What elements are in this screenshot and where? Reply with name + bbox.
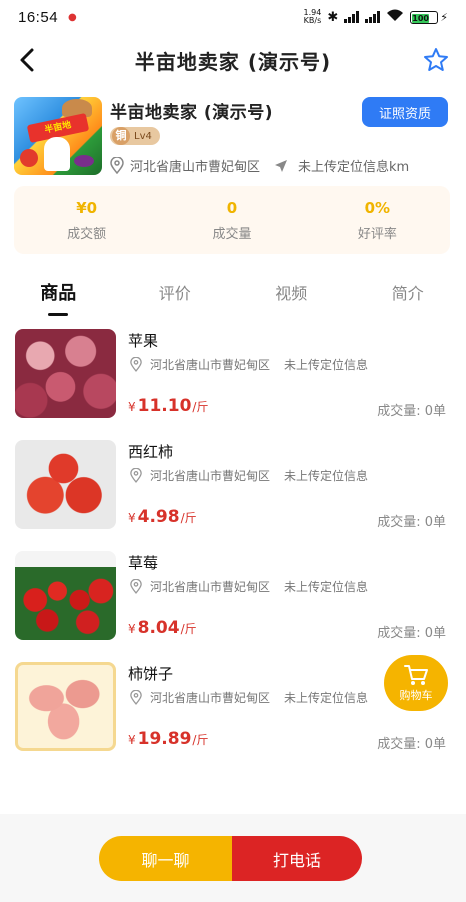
product-location-status: 未上传定位信息 (284, 358, 369, 372)
shop-name: 半亩地卖家 (演示号) (110, 103, 273, 123)
product-location-status: 未上传定位信息 (284, 691, 369, 705)
product-sales: 成交量: 0单 (377, 404, 446, 419)
shopping-cart-icon (404, 665, 428, 685)
product-address: 河北省唐山市曹妃甸区 (150, 469, 271, 483)
page-title: 半亩地卖家 (演示号) (134, 49, 332, 74)
price-symbol: ¥ (128, 622, 136, 636)
favorite-button[interactable] (422, 46, 450, 74)
stat-label: 好评率 (357, 226, 397, 242)
product-sales: 成交量: 0单 (377, 626, 446, 641)
shop-stats: ¥0 成交额 0 成交量 0% 好评率 (14, 186, 450, 254)
product-address: 河北省唐山市曹妃甸区 (150, 580, 271, 594)
product-image[interactable] (15, 662, 116, 751)
price-value: 11.10 (137, 396, 192, 416)
product-price: ¥ 11.10 /斤 (128, 396, 208, 416)
signal-icon-2 (365, 11, 381, 23)
price-unit: /斤 (192, 400, 209, 414)
shop-level-badge: 铜 Lv4 (110, 127, 160, 145)
status-time: 16:54 (18, 8, 59, 26)
call-button[interactable]: 打电话 (232, 836, 362, 881)
badge-medal-icon: 铜 (112, 127, 130, 145)
product-image[interactable] (15, 329, 116, 418)
stat-value: ¥0 (76, 198, 98, 217)
price-value: 19.89 (137, 729, 192, 749)
product-image[interactable] (15, 440, 116, 529)
shop-level: Lv4 (134, 130, 152, 142)
product-name: 草莓 (128, 554, 159, 572)
product-item[interactable]: 苹果 河北省唐山市曹妃甸区 未上传定位信息 ¥ 11.10 /斤 成交量: 0单 (0, 326, 466, 437)
product-location: 河北省唐山市曹妃甸区 未上传定位信息 (130, 689, 368, 706)
shop-location-status: 未上传定位信息km (298, 160, 410, 175)
product-name: 苹果 (128, 332, 159, 350)
price-value: 8.04 (137, 618, 180, 638)
wifi-icon (386, 9, 404, 25)
price-symbol: ¥ (128, 511, 136, 525)
product-item[interactable]: 草莓 河北省唐山市曹妃甸区 未上传定位信息 ¥ 8.04 /斤 成交量: 0单 (0, 548, 466, 659)
shop-card: 半亩地 半亩地卖家 (演示号) 铜 Lv4 证照资质 河北省唐山市曹妃甸区 未上… (0, 94, 466, 184)
bottom-action-bar: 聊一聊 打电话 (0, 814, 466, 902)
back-button[interactable] (14, 46, 42, 74)
product-location-status: 未上传定位信息 (284, 469, 369, 483)
notification-icon: ● (68, 11, 77, 23)
product-address: 河北省唐山市曹妃甸区 (150, 358, 271, 372)
location-pin-icon (130, 468, 142, 483)
battery-level: 100 (412, 13, 429, 23)
location-pin-icon (110, 157, 124, 174)
net-speed: 1.94 KB/s (304, 9, 322, 25)
stat-label: 成交额 (67, 226, 107, 242)
location-pin-icon (130, 357, 142, 372)
product-price: ¥ 19.89 /斤 (128, 729, 208, 749)
product-name: 西红柿 (128, 443, 174, 461)
shop-location: 河北省唐山市曹妃甸区 未上传定位信息km (110, 156, 409, 175)
stat-rating: 0% 好评率 (305, 186, 450, 254)
product-location: 河北省唐山市曹妃甸区 未上传定位信息 (130, 356, 368, 373)
tab-videos[interactable]: 视频 (233, 272, 350, 318)
price-symbol: ¥ (128, 733, 136, 747)
price-unit: /斤 (180, 511, 197, 525)
star-icon (424, 48, 448, 71)
shop-logo: 半亩地 (14, 97, 102, 175)
chat-button[interactable]: 聊一聊 (99, 836, 232, 881)
product-price: ¥ 4.98 /斤 (128, 507, 197, 527)
battery-icon: 100 ⚡ (410, 10, 448, 24)
tab-reviews[interactable]: 评价 (117, 272, 234, 318)
price-unit: /斤 (180, 622, 197, 636)
location-pin-icon (130, 690, 142, 705)
stat-label: 成交量 (212, 226, 252, 242)
product-address: 河北省唐山市曹妃甸区 (150, 691, 271, 705)
price-symbol: ¥ (128, 400, 136, 414)
navigation-arrow-icon (275, 159, 288, 172)
product-price: ¥ 8.04 /斤 (128, 618, 197, 638)
cart-label: 购物车 (399, 689, 433, 702)
product-image[interactable] (15, 551, 116, 640)
stat-value: 0 (226, 198, 238, 217)
price-value: 4.98 (137, 507, 180, 527)
shop-address: 河北省唐山市曹妃甸区 (130, 160, 261, 175)
product-item[interactable]: 西红柿 河北省唐山市曹妃甸区 未上传定位信息 ¥ 4.98 /斤 成交量: 0单 (0, 437, 466, 548)
product-location-status: 未上传定位信息 (284, 580, 369, 594)
chevron-left-icon (20, 48, 34, 72)
signal-icon (344, 11, 360, 23)
stat-turnover: ¥0 成交额 (14, 186, 159, 254)
nav-bar: 半亩地卖家 (演示号) (0, 34, 466, 86)
product-sales: 成交量: 0单 (377, 737, 446, 752)
stat-value: 0% (364, 198, 391, 217)
product-location: 河北省唐山市曹妃甸区 未上传定位信息 (130, 578, 368, 595)
price-unit: /斤 (192, 733, 209, 747)
net-speed-unit: KB/s (303, 16, 322, 25)
location-pin-icon (130, 579, 142, 594)
stat-volume: 0 成交量 (159, 186, 304, 254)
bluetooth-icon: ✱ (327, 9, 339, 25)
certificate-button[interactable]: 证照资质 (362, 97, 448, 127)
product-location: 河北省唐山市曹妃甸区 未上传定位信息 (130, 467, 368, 484)
product-sales: 成交量: 0单 (377, 515, 446, 530)
status-indicators: 1.94 KB/s ✱ 100 ⚡ (304, 9, 448, 25)
tab-bar: 商品 评价 视频 简介 (0, 272, 466, 318)
tab-intro[interactable]: 简介 (350, 272, 466, 318)
tab-products[interactable]: 商品 (0, 272, 117, 318)
cart-button[interactable]: 购物车 (384, 655, 448, 711)
status-bar: 16:54 ● 1.94 KB/s ✱ 100 ⚡ (0, 0, 466, 34)
product-name: 柿饼子 (128, 665, 174, 683)
